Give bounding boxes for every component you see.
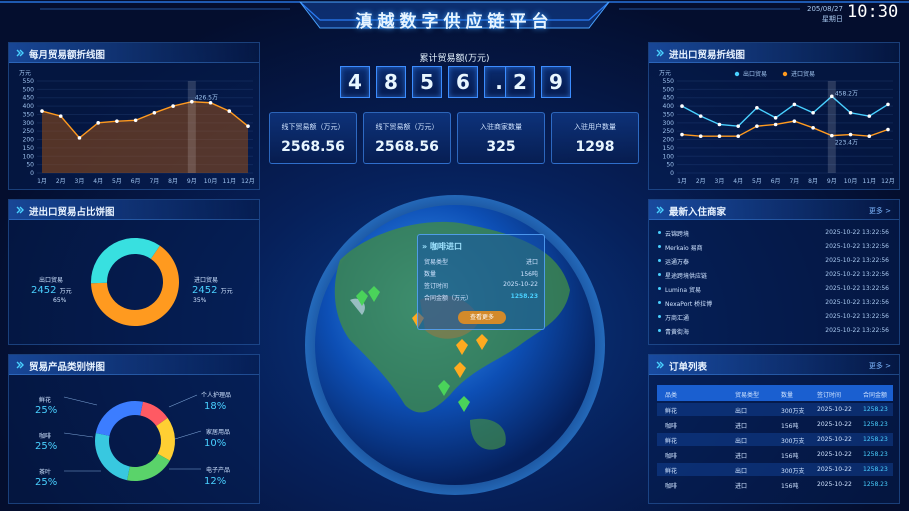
x-tick-label: 5月 bbox=[752, 178, 762, 185]
x-tick-label: 4月 bbox=[733, 178, 743, 185]
orders-panel: 订单列表 更多 > 品类 贸易类型 数量 签订时间 合同金额 鲜花 出口 300万支 2025-… bbox=[648, 354, 900, 504]
y-tick-label: 450 bbox=[663, 95, 675, 102]
list-item[interactable]: 万商汇通 2025-10-22 13:22:56 bbox=[657, 311, 891, 323]
data-point bbox=[848, 132, 853, 137]
table-row[interactable]: 咖啡 进口 156吨 2025-10-22 1258.23 bbox=[657, 448, 893, 461]
y-tick-label: 500 bbox=[663, 86, 675, 93]
io-line-chart: 万元5505004504003503002502001501005001月 2月 3… bbox=[659, 70, 895, 185]
data-point bbox=[867, 134, 872, 138]
x-tick-label: 8月 bbox=[808, 178, 818, 185]
legend-label: 进口贸易 bbox=[791, 70, 815, 78]
x-tick-label: 7月 bbox=[789, 178, 799, 185]
series-line bbox=[681, 120, 889, 137]
y-tick-label: 300 bbox=[663, 120, 675, 127]
panel-title: 订单列表 bbox=[669, 362, 708, 373]
data-point bbox=[736, 134, 740, 138]
table-row[interactable]: 咖啡 进口 156吨 2025-10-22 1258.23 bbox=[657, 478, 893, 491]
more-link[interactable]: 更多 > bbox=[869, 206, 891, 216]
data-point bbox=[792, 102, 797, 107]
data-point bbox=[886, 102, 890, 107]
list-item[interactable]: 星途跨境供应链 2025-10-22 13:22:56 bbox=[657, 269, 891, 281]
data-point bbox=[717, 122, 722, 127]
list-item[interactable]: 云锦跨境 2025-10-22 13:22:56 bbox=[657, 227, 891, 239]
data-point bbox=[698, 114, 703, 118]
export-highlight-label: 458.2万 bbox=[835, 90, 858, 97]
popup-rows: 贸易类型 进口 数量 156吨 签订时间 2025-10-22 合同金额（万元） 125… bbox=[424, 259, 538, 302]
popup-title: » 咖啡进口 bbox=[422, 242, 462, 251]
list-item[interactable]: NexaPort 桥拉博 2025-10-22 13:22:56 bbox=[657, 297, 891, 309]
trade-popup: » 咖啡进口 贸易类型 进口 数量 156吨 签订时间 2025-10-22 合同金额… bbox=[417, 234, 545, 330]
panel-title-icon bbox=[656, 49, 664, 57]
legend-label: 出口贸易 bbox=[743, 70, 767, 78]
y-tick-label: 50 bbox=[666, 162, 674, 169]
list-item[interactable]: 青黄街海 2025-10-22 13:22:56 bbox=[657, 325, 891, 337]
list-item[interactable]: 运通万泰 2025-10-22 13:22:56 bbox=[657, 255, 891, 267]
data-point bbox=[698, 134, 703, 138]
y-tick-label: 400 bbox=[663, 103, 675, 110]
table-row[interactable]: 咖啡 进口 156吨 2025-10-22 1258.23 bbox=[657, 418, 893, 431]
import-highlight-label: 223.4万 bbox=[835, 140, 858, 147]
data-point bbox=[773, 116, 778, 120]
x-tick-label: 11月 bbox=[862, 178, 876, 185]
x-tick-label: 10月 bbox=[844, 178, 858, 185]
data-point bbox=[811, 126, 815, 130]
x-tick-label: 2月 bbox=[696, 178, 706, 185]
legend-marker bbox=[734, 71, 740, 77]
panel-title: 进出口贸易折线图 bbox=[669, 50, 746, 61]
panel-title-icon bbox=[656, 206, 664, 214]
data-point bbox=[848, 110, 853, 115]
data-point bbox=[680, 132, 684, 137]
x-tick-label: 9月 bbox=[827, 178, 837, 185]
data-point bbox=[773, 122, 778, 127]
data-point bbox=[886, 127, 890, 132]
legend-marker bbox=[782, 71, 788, 77]
data-point bbox=[736, 124, 740, 128]
y-tick-label: 0 bbox=[670, 170, 674, 177]
y-tick-label: 100 bbox=[663, 153, 675, 160]
series-line bbox=[681, 95, 889, 127]
x-tick-label: 1月 bbox=[677, 178, 687, 185]
y-tick-label: 200 bbox=[663, 137, 675, 144]
data-point bbox=[792, 119, 797, 123]
panel-title-icon bbox=[656, 361, 664, 369]
list-item[interactable]: Lumina 贸易 2025-10-22 13:22:56 bbox=[657, 283, 891, 295]
y-tick-label: 550 bbox=[663, 78, 675, 85]
panel-title: 最新入住商家 bbox=[669, 207, 727, 218]
y-tick-label: 150 bbox=[663, 145, 675, 152]
table-row[interactable]: 鲜花 出口 300万支 2025-10-22 1258.23 bbox=[657, 433, 893, 446]
data-point bbox=[717, 134, 722, 138]
data-point bbox=[755, 105, 759, 110]
y-tick-label: 250 bbox=[663, 128, 675, 135]
x-tick-label: 6月 bbox=[771, 178, 781, 185]
x-tick-label: 12月 bbox=[881, 178, 895, 185]
data-point bbox=[811, 110, 815, 115]
data-point bbox=[680, 104, 684, 108]
merchants-panel: 最新入住商家 更多 > 云锦跨境 2025-10-22 13:22:56 Merka… bbox=[648, 199, 900, 345]
more-link[interactable]: 更多 > bbox=[869, 361, 891, 371]
data-point bbox=[867, 114, 872, 118]
list-item[interactable]: Merkaio 易商 2025-10-22 13:22:56 bbox=[657, 241, 891, 253]
table-header: 品类 贸易类型 数量 签订时间 合同金额 bbox=[657, 385, 893, 401]
table-row[interactable]: 鲜花 出口 300万支 2025-10-22 1258.23 bbox=[657, 463, 893, 476]
view-more-button[interactable]: 查看更多 bbox=[458, 311, 506, 324]
data-point bbox=[755, 124, 759, 128]
io-trade-panel: 进出口贸易折线图 万元 550 500 450 400 350 300 250 200 150 10… bbox=[648, 42, 900, 190]
y-tick-label: 350 bbox=[663, 111, 675, 118]
x-tick-label: 3月 bbox=[715, 178, 725, 185]
table-row[interactable]: 鲜花 出口 300万支 2025-10-22 1258.23 bbox=[657, 403, 893, 416]
y-unit: 万元 bbox=[659, 70, 671, 77]
